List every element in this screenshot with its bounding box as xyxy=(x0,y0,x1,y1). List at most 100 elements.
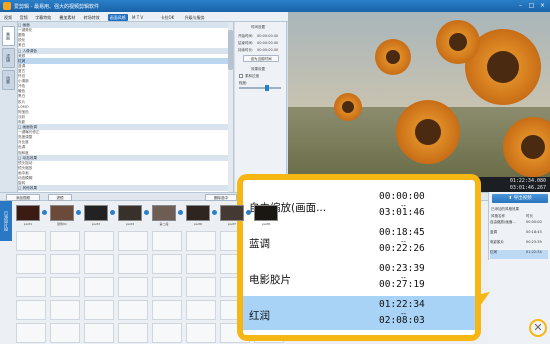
empty-slot[interactable] xyxy=(16,277,46,297)
style-col-time: 时长 xyxy=(526,214,533,218)
left-tab-strip: 画面 滤镜 动景 xyxy=(0,22,18,192)
style-list-row[interactable]: 蓝调 00:18:45 xyxy=(490,230,548,239)
transition-arrow-icon[interactable] xyxy=(76,210,81,215)
empty-slot[interactable] xyxy=(186,300,216,320)
timeline-clip[interactable] xyxy=(118,205,142,221)
zoom-icon[interactable]: ✕ xyxy=(529,319,547,337)
degree-slider-handle[interactable] xyxy=(265,85,269,91)
transition-arrow-icon[interactable] xyxy=(246,210,251,215)
menu-item[interactable]: 卡拉OK xyxy=(161,14,175,21)
clip-label: part8 xyxy=(261,222,271,226)
callout-start-time: 00:18:45 xyxy=(379,227,425,238)
export-video-button[interactable]: ⬆ 导出视频 xyxy=(492,194,548,203)
transition-arrow-icon[interactable] xyxy=(178,210,183,215)
timeline-clip[interactable] xyxy=(16,205,40,221)
smooth-checkbox[interactable] xyxy=(239,74,243,78)
menu-item[interactable]: 音频 xyxy=(20,14,28,21)
clip-label: 第二段 xyxy=(159,222,169,226)
callout-end-time: 00:27:19 xyxy=(379,279,425,290)
clip-label: part1 xyxy=(23,222,33,226)
filter-tab-button[interactable]: 滤镜 xyxy=(48,194,72,201)
settings-panel: 时间设置 开始时间: 00:00:00.00 结束时间: 00:00:00.00… xyxy=(235,22,287,192)
tab-filter[interactable]: 滤镜 xyxy=(2,48,15,68)
added-clips-tab[interactable]: 已添加片段 xyxy=(0,201,12,241)
empty-slot[interactable] xyxy=(152,300,182,320)
start-value[interactable]: 00:00:00.00 xyxy=(257,34,278,38)
empty-slot[interactable] xyxy=(84,277,114,297)
style-row-name: 红润 xyxy=(490,250,497,254)
style-row-time: 01:22:34 xyxy=(526,250,542,254)
tree-scroll-thumb[interactable] xyxy=(228,30,233,70)
empty-slot[interactable] xyxy=(50,231,80,251)
style-row-time: 00:23:39 xyxy=(526,240,542,244)
clip-label: part4 xyxy=(125,222,135,226)
style-list-row[interactable]: 电影胶片 00:23:39 xyxy=(490,240,548,249)
empty-slot[interactable] xyxy=(84,254,114,274)
set-current-time-button[interactable]: 设为当前时间 xyxy=(243,55,279,62)
empty-slot[interactable] xyxy=(118,300,148,320)
empty-slot[interactable] xyxy=(50,277,80,297)
empty-slot[interactable] xyxy=(186,231,216,251)
menu-item[interactable]: 升级与服务 xyxy=(185,14,205,21)
end-value[interactable]: 00:00:00.00 xyxy=(257,41,278,45)
clip-label: part7 xyxy=(227,222,237,226)
transition-arrow-icon[interactable] xyxy=(144,210,149,215)
empty-slot[interactable] xyxy=(152,254,182,274)
timeline-clip[interactable] xyxy=(186,205,210,221)
close-icon[interactable]: × xyxy=(538,2,547,10)
menu-item[interactable]: 字幕特效 xyxy=(35,14,51,21)
menu-item[interactable]: 画面风格 xyxy=(107,14,128,21)
minimize-icon[interactable]: – xyxy=(516,2,525,10)
empty-slot[interactable] xyxy=(152,277,182,297)
video-preview[interactable] xyxy=(288,12,550,177)
transition-arrow-icon[interactable] xyxy=(212,210,217,215)
empty-slot[interactable] xyxy=(84,300,114,320)
menu-item[interactable]: M T V xyxy=(132,14,143,21)
menu-item[interactable]: 视频 xyxy=(4,14,12,21)
empty-slot[interactable] xyxy=(152,231,182,251)
duration-value[interactable]: 00:00:00.00 xyxy=(257,48,278,52)
empty-slot[interactable] xyxy=(50,254,80,274)
tab-motion[interactable]: 动景 xyxy=(2,70,15,90)
empty-slot[interactable] xyxy=(16,323,46,343)
timeline-clip[interactable] xyxy=(220,205,244,221)
empty-slot[interactable] xyxy=(16,300,46,320)
empty-slot[interactable] xyxy=(50,323,80,343)
empty-slot[interactable] xyxy=(118,277,148,297)
empty-slot[interactable] xyxy=(84,231,114,251)
callout-end-time: 02:08:03 xyxy=(379,315,425,326)
callout-row[interactable]: 蓝调 00:18:45 -- 00:22:26 xyxy=(243,224,475,258)
empty-slot[interactable] xyxy=(16,254,46,274)
timeline-clip[interactable] xyxy=(84,205,108,221)
empty-slot[interactable] xyxy=(16,231,46,251)
menu-item[interactable]: 叠加素材 xyxy=(59,14,75,21)
maximize-icon[interactable]: □ xyxy=(527,2,536,10)
empty-slot[interactable] xyxy=(152,323,182,343)
tab-picture[interactable]: 画面 xyxy=(2,26,15,46)
empty-slot[interactable] xyxy=(50,300,80,320)
timeline-clip[interactable] xyxy=(254,205,278,221)
effect-settings-title: 效果设置 xyxy=(251,67,265,71)
style-list-row[interactable]: 红润 01:22:34 xyxy=(490,250,548,259)
empty-slot[interactable] xyxy=(186,277,216,297)
empty-slot[interactable] xyxy=(118,323,148,343)
menu-item[interactable]: 转场特效 xyxy=(84,14,100,21)
timeline-clip[interactable] xyxy=(152,205,176,221)
callout-row[interactable]: 红润 01:22:34 -- 02:08:03 xyxy=(243,296,475,330)
empty-slot[interactable] xyxy=(84,323,114,343)
callout-row[interactable]: 电影胶片 00:23:39 -- 00:27:19 xyxy=(243,260,475,294)
timeline-clip[interactable] xyxy=(50,205,74,221)
empty-slot[interactable] xyxy=(186,254,216,274)
tree-group[interactable]: □ 其他效果 xyxy=(18,185,233,192)
style-list-row[interactable]: 自由缩放(画面... 00:00:00 xyxy=(490,220,548,229)
degree-slider[interactable] xyxy=(239,87,281,89)
empty-slot[interactable] xyxy=(118,231,148,251)
empty-slot[interactable] xyxy=(186,323,216,343)
transition-arrow-icon[interactable] xyxy=(42,210,47,215)
empty-slot[interactable] xyxy=(118,254,148,274)
add-video-button[interactable]: 添加视频 xyxy=(6,194,40,201)
transition-arrow-icon[interactable] xyxy=(110,210,115,215)
callout-style-name: 蓝调 xyxy=(249,238,270,250)
clip-label: part6 xyxy=(193,222,203,226)
delete-selected-button[interactable]: 删除选中 xyxy=(205,194,237,201)
